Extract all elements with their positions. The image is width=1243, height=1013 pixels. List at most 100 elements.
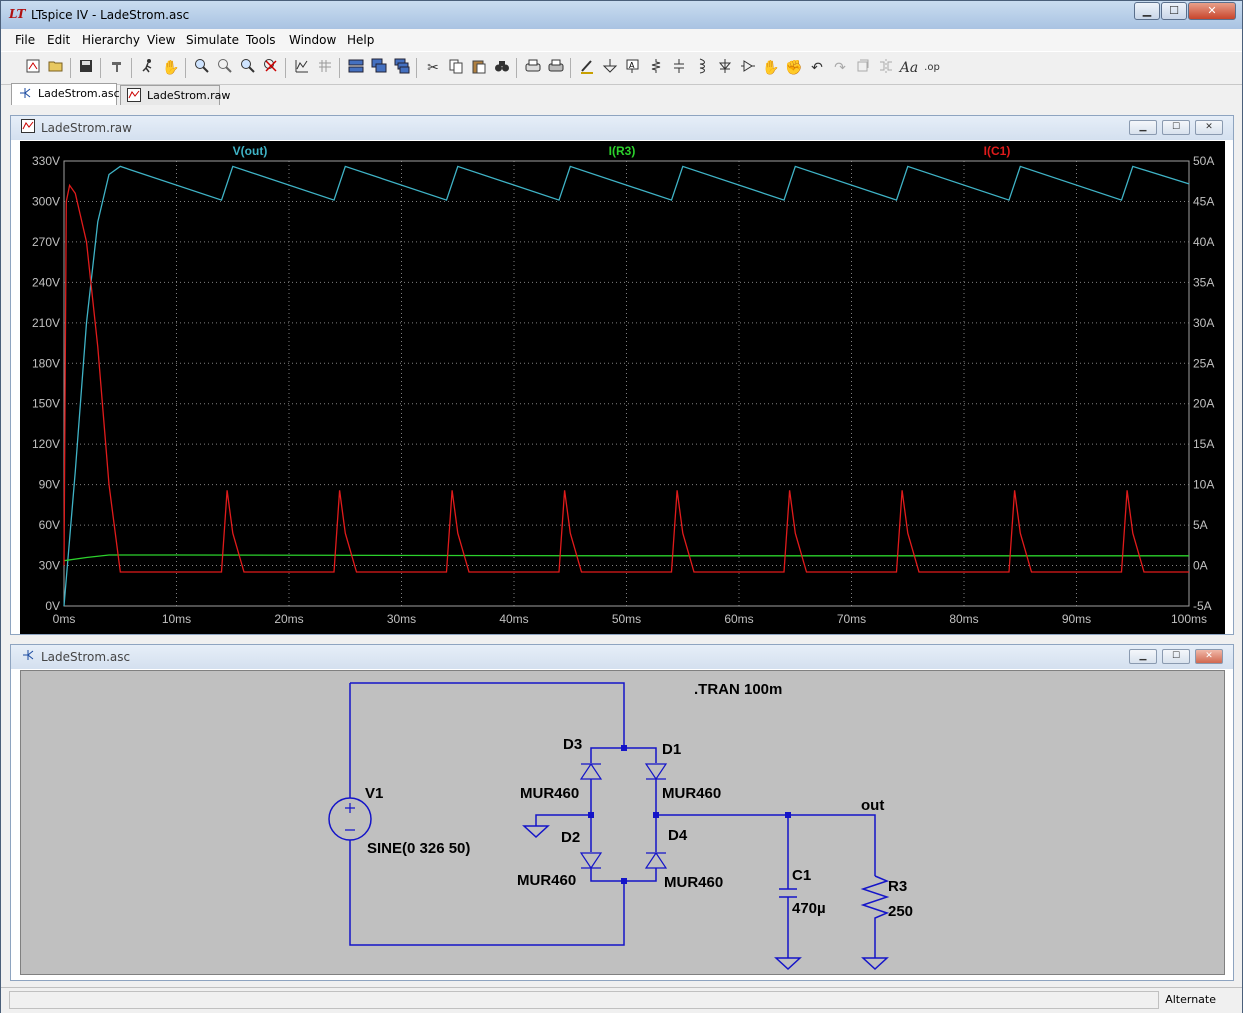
plot-frame <box>63 160 1190 607</box>
menu-hierarchy[interactable]: Hierarchy <box>82 33 140 47</box>
ground-symbol-c1 <box>774 957 802 971</box>
y-tick-left: 180V <box>32 356 60 370</box>
menu-edit[interactable]: Edit <box>47 33 70 47</box>
ground-icon[interactable] <box>600 58 620 78</box>
waveform-plot[interactable]: 330V 50A 300V 45A 270V 40A 240V 35A 210V 30A 180V 2… <box>20 141 1225 634</box>
plot-maximize-button[interactable]: ☐ <box>1162 120 1190 135</box>
zoom-in-icon[interactable] <box>192 58 212 78</box>
x-tick: 20ms <box>274 612 303 626</box>
c1-value: 470µ <box>792 900 826 917</box>
new-schematic-icon[interactable] <box>23 58 43 78</box>
print-icon[interactable] <box>546 58 566 78</box>
y-tick-right: 40A <box>1193 235 1214 249</box>
d2-symbol <box>579 852 603 870</box>
menu-simulate[interactable]: Simulate <box>186 33 239 47</box>
d1-model: MUR460 <box>662 785 721 802</box>
diode-icon[interactable] <box>715 58 735 78</box>
autorange-icon[interactable] <box>292 58 312 78</box>
save-icon[interactable] <box>76 58 96 78</box>
junction-dot <box>621 878 627 884</box>
resistor-icon[interactable] <box>646 58 666 78</box>
y-tick-left: 0V <box>45 599 60 613</box>
schematic-minimize-button[interactable]: ▁ <box>1129 649 1157 664</box>
wire-d4-bottom <box>624 868 657 882</box>
schematic-close-button[interactable]: ✕ <box>1195 649 1223 664</box>
y-tick-right: 15A <box>1193 437 1214 451</box>
tab-ladestrom-asc[interactable]: LadeStrom.asc <box>11 83 120 107</box>
copy-icon[interactable] <box>446 58 466 78</box>
print-setup-icon[interactable] <box>523 58 543 78</box>
y-tick-right: 45A <box>1193 194 1214 208</box>
close-button[interactable]: ✕ <box>1188 2 1236 20</box>
undo-icon[interactable]: ↶ <box>807 58 827 78</box>
component-icon[interactable] <box>738 58 758 78</box>
maximize-button[interactable]: ☐ <box>1161 2 1187 20</box>
label-net-icon[interactable]: A <box>623 58 643 78</box>
v1-value: SINE(0 326 50) <box>367 840 470 857</box>
schematic-icon <box>18 86 32 107</box>
junction-dot <box>621 745 627 751</box>
wire-ground-left <box>535 814 591 826</box>
plot-minimize-button[interactable]: ▁ <box>1129 120 1157 135</box>
plot-close-button[interactable]: ✕ <box>1195 120 1223 135</box>
y-tick-right: 0A <box>1193 559 1208 573</box>
inductor-icon[interactable] <box>692 58 712 78</box>
run-icon[interactable] <box>138 58 158 78</box>
tile-horizontal-icon[interactable] <box>346 58 366 78</box>
cascade-icon[interactable] <box>369 58 389 78</box>
y-tick-right: 30A <box>1193 316 1214 330</box>
schematic-canvas[interactable]: .TRAN 100m V1 SINE(0 326 50) D3 D1 MUR46… <box>20 670 1225 975</box>
menu-tools[interactable]: Tools <box>246 33 276 47</box>
draw-wire-icon[interactable] <box>577 58 597 78</box>
capacitor-icon[interactable] <box>669 58 689 78</box>
menu-help[interactable]: Help <box>347 33 374 47</box>
v1-polarity <box>345 803 355 831</box>
menu-window[interactable]: Window <box>289 33 336 47</box>
find-icon[interactable] <box>492 58 512 78</box>
open-icon[interactable] <box>46 58 66 78</box>
tile-vertical-icon[interactable] <box>392 58 412 78</box>
c1-symbol <box>779 888 797 898</box>
hand-pan-icon[interactable]: ✋ <box>161 58 181 78</box>
schematic-icon <box>21 648 35 666</box>
v1-label: V1 <box>365 785 383 802</box>
minimize-button[interactable]: ▁ <box>1134 2 1160 20</box>
d3-label: D3 <box>563 736 582 753</box>
drag-icon[interactable]: ✊ <box>784 58 804 78</box>
y-tick-right: 10A <box>1193 478 1214 492</box>
move-icon[interactable]: ✋ <box>761 58 781 78</box>
spice-directive-icon[interactable]: .op <box>922 58 942 78</box>
x-tick: 10ms <box>162 612 191 626</box>
x-tick: 80ms <box>949 612 978 626</box>
hammer-icon[interactable] <box>107 58 127 78</box>
r3-label: R3 <box>888 878 907 895</box>
schematic-maximize-button[interactable]: ☐ <box>1162 649 1190 664</box>
schematic-window: LadeStrom.asc ▁ ☐ ✕ .TRAN 100m V1 SINE(0… <box>10 644 1234 981</box>
zoom-cancel-icon[interactable] <box>261 58 281 78</box>
tab-ladestrom-raw[interactable]: LadeStrom.raw <box>120 85 230 105</box>
y-tick-right: -5A <box>1193 599 1212 613</box>
text-icon[interactable]: Aa <box>899 58 919 78</box>
rotate-icon[interactable] <box>853 58 873 78</box>
y-tick-right: 50A <box>1193 154 1214 168</box>
wire-d2-bottom <box>590 868 624 882</box>
cut-icon[interactable]: ✂ <box>423 58 443 78</box>
mirror-icon[interactable] <box>876 58 896 78</box>
ground-symbol-left <box>522 825 550 839</box>
d3-model: MUR460 <box>520 785 579 802</box>
ltspice-main-window: LT LTspice IV - LadeStrom.asc ▁ ☐ ✕ File… <box>0 0 1243 1013</box>
grid-icon[interactable] <box>315 58 335 78</box>
y-tick-left: 300V <box>32 194 60 208</box>
schematic-drawing: .TRAN 100m V1 SINE(0 326 50) D3 D1 MUR46… <box>328 681 913 971</box>
zoom-out-icon[interactable] <box>238 58 258 78</box>
trace-label-vout: V(out) <box>233 144 268 158</box>
c1-label: C1 <box>792 867 811 884</box>
paste-icon[interactable] <box>469 58 489 78</box>
redo-icon[interactable]: ↷ <box>830 58 850 78</box>
plot-window-title: LadeStrom.raw <box>41 121 132 135</box>
spice-directive[interactable]: .TRAN 100m <box>694 681 782 698</box>
menu-view[interactable]: View <box>147 33 175 47</box>
tab-label: LadeStrom.asc <box>38 87 120 100</box>
zoom-search-icon[interactable] <box>215 58 235 78</box>
menu-file[interactable]: File <box>15 33 35 47</box>
